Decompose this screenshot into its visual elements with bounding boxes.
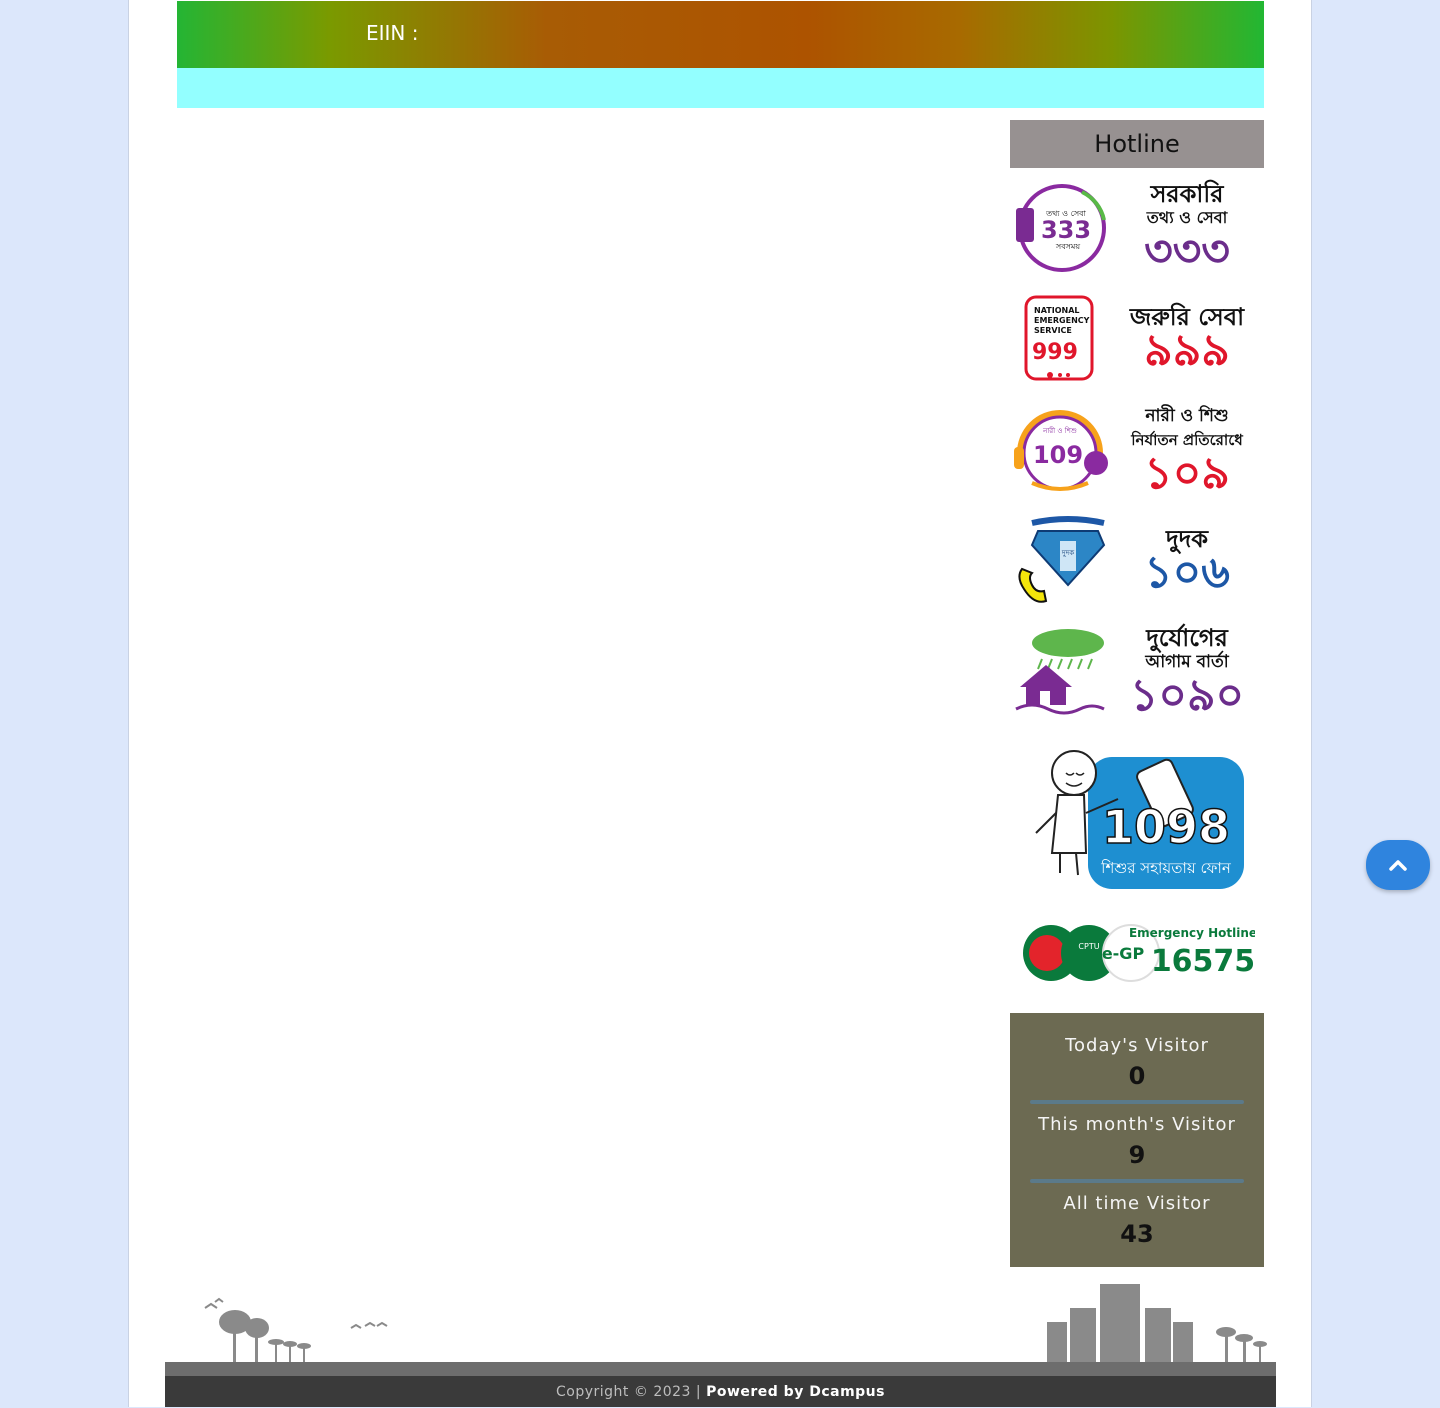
svg-text:999: 999: [1032, 340, 1078, 365]
footer-scenery: [165, 1280, 1276, 1362]
all-visitor-label: All time Visitor: [1063, 1193, 1211, 1214]
svg-text:সবসময়: সবসময়: [1055, 242, 1080, 251]
svg-text:Emergency Hotline: Emergency Hotline: [1129, 926, 1255, 940]
svg-text:1098: 1098: [1102, 800, 1230, 854]
month-visitor-count: 9: [1128, 1141, 1146, 1169]
hotline-109-number: ১০৯: [1144, 447, 1230, 499]
egp-emergency-hotline[interactable]: CPTU e-GP Emergency Hotline 16575: [1010, 907, 1264, 997]
hotline-999-logo: NATIONAL EMERGENCY SERVICE 999: [1010, 291, 1110, 386]
powered-by-link[interactable]: Powered by Dcampus: [706, 1384, 885, 1400]
hotline-106-text: দুদক ১০৬: [1110, 527, 1264, 595]
svg-text:e-GP: e-GP: [1102, 944, 1145, 963]
copyright-text: Copyright © 2023 |: [556, 1384, 702, 1400]
svg-text:16575: 16575: [1151, 944, 1255, 979]
hotline-999-number: ৯৯৯: [1144, 324, 1230, 376]
hotline-1090-number: ১০৯০: [1129, 669, 1245, 721]
chevron-up-icon: [1389, 860, 1407, 871]
all-visitor-count: 43: [1120, 1220, 1154, 1248]
child-helpline-1098[interactable]: 1098 শিশুর সহায়তায় ফোন: [1010, 743, 1264, 893]
eiin-label: EIIN :: [366, 21, 419, 45]
hotline-109[interactable]: নারী ও শিশু 109 নারী ও শিশু নির্যাতন প্র…: [1010, 394, 1264, 505]
hotline-109-logo: নারী ও শিশু 109: [1010, 402, 1110, 497]
hotline-title: Hotline: [1010, 120, 1264, 168]
svg-text:EMERGENCY: EMERGENCY: [1034, 316, 1090, 325]
svg-text:333: 333: [1041, 216, 1091, 244]
hotline-109-title: নারী ও শিশু: [1145, 405, 1229, 426]
visitor-counter: Today's Visitor 0 This month's Visitor 9…: [1010, 1013, 1264, 1267]
svg-text:দুদক: দুদক: [1061, 549, 1074, 557]
hotline-999-text: জরুরি সেবা ৯৯৯: [1110, 305, 1264, 373]
today-visitor-count: 0: [1128, 1062, 1146, 1090]
header-banner: EIIN :: [177, 1, 1264, 68]
footer-bar: Copyright © 2023 | Powered by Dcampus: [165, 1362, 1276, 1407]
hotline-333-number: ৩৩৩: [1144, 225, 1230, 277]
visitor-divider: [1030, 1179, 1244, 1183]
hotline-1090-logo: [1010, 624, 1110, 719]
page-container: EIIN : Hotline তথ্য ও সেবা 333 সবসময় সর…: [128, 0, 1312, 1407]
hotline-1090[interactable]: দুর্যোগের আগাম বার্তা ১০৯০: [1010, 616, 1264, 727]
svg-text:NATIONAL: NATIONAL: [1034, 306, 1079, 315]
nav-bar: [177, 68, 1264, 108]
visitor-divider: [1030, 1100, 1244, 1104]
hotline-106[interactable]: দুদক দুদক ১০৬: [1010, 505, 1264, 616]
hotline-109-text: নারী ও শিশু নির্যাতন প্রতিরোধে ১০৯: [1110, 404, 1264, 496]
hotline-1090-text: দুর্যোগের আগাম বার্তা ১০৯০: [1110, 626, 1264, 718]
hotline-333-text: সরকারি তথ্য ও সেবা ৩৩৩: [1110, 182, 1264, 274]
svg-text:শিশুর সহায়তায় ফোন: শিশুর সহায়তায় ফোন: [1100, 859, 1232, 877]
sidebar: Hotline তথ্য ও সেবা 333 সবসময় সরকারি তথ…: [1010, 120, 1264, 1267]
svg-text:SERVICE: SERVICE: [1034, 326, 1072, 335]
hotline-333-title: সরকারি: [1150, 179, 1224, 208]
hotline-999[interactable]: NATIONAL EMERGENCY SERVICE 999 জরুরি সেব…: [1010, 283, 1264, 394]
hotline-1090-title: দুর্যোগের: [1146, 623, 1228, 652]
today-visitor-label: Today's Visitor: [1065, 1035, 1209, 1056]
hotline-106-number: ১০৬: [1144, 546, 1230, 598]
svg-text:109: 109: [1033, 441, 1083, 469]
month-visitor-label: This month's Visitor: [1038, 1114, 1236, 1135]
svg-text:নারী ও শিশু: নারী ও শিশু: [1042, 426, 1077, 435]
svg-text:CPTU: CPTU: [1078, 942, 1099, 951]
scroll-to-top-button[interactable]: [1366, 840, 1430, 890]
hotline-333[interactable]: তথ্য ও সেবা 333 সবসময় সরকারি তথ্য ও সেব…: [1010, 172, 1264, 283]
hotline-106-logo: দুদক: [1010, 513, 1110, 608]
hotline-333-logo: তথ্য ও সেবা 333 সবসময়: [1010, 180, 1110, 275]
